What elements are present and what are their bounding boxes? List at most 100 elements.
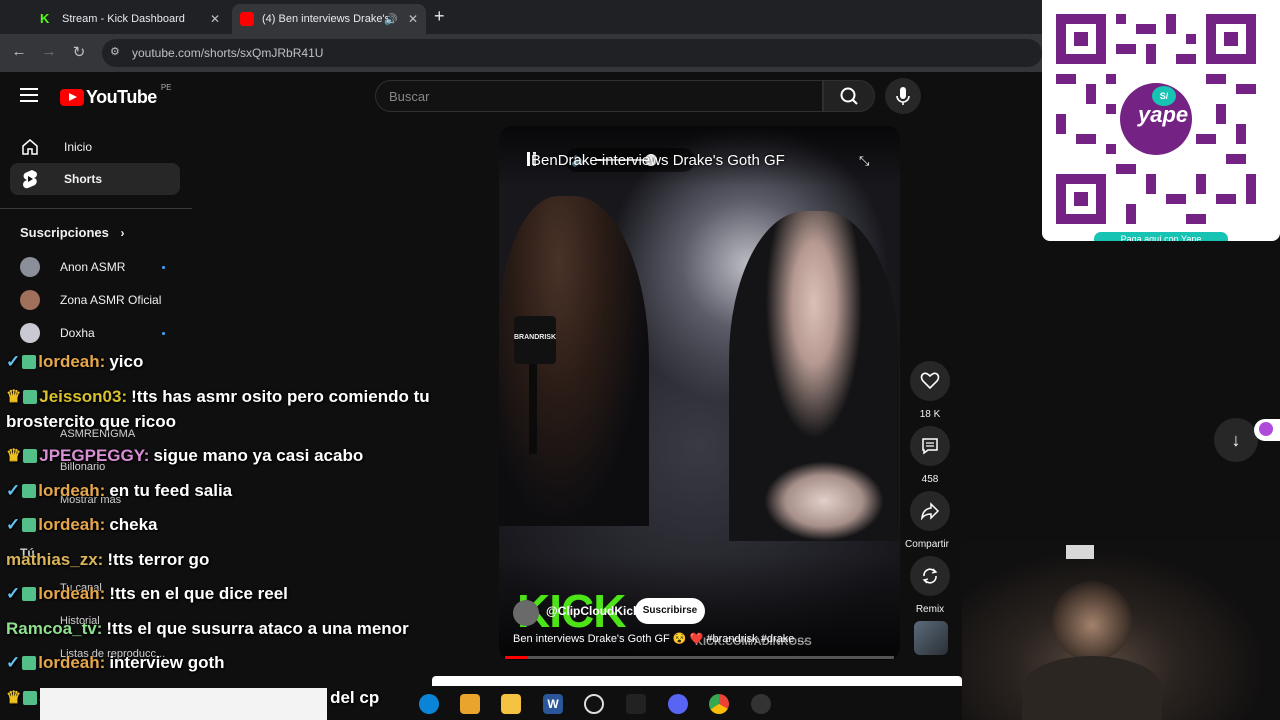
hamburger-menu-icon[interactable] xyxy=(20,88,38,106)
file-explorer-icon[interactable] xyxy=(501,694,521,714)
chat-message: mathias_zx: !tts terror go xyxy=(6,550,209,570)
region-code: PE xyxy=(160,83,172,92)
chat-username: lordeah: xyxy=(38,515,106,534)
sidebar-item-shorts[interactable]: Shorts xyxy=(10,163,180,195)
chat-text: !tts has asmr osito pero comiendo tu xyxy=(131,387,430,406)
microphone-handle xyxy=(529,364,537,454)
avatar xyxy=(20,257,40,277)
chat-text: !tts en el que dice reel xyxy=(109,584,288,603)
chat-message: ♛ Jeisson03: !tts has asmr osito pero comi… xyxy=(6,387,430,407)
new-tab-button[interactable]: + xyxy=(434,6,445,27)
ceiling-light xyxy=(1066,545,1094,559)
subscription-name: Anon ASMR xyxy=(60,260,126,274)
remix-button[interactable] xyxy=(910,556,950,596)
yape-qr-panel: S/ yape Paga aquí con Yape xyxy=(1042,0,1280,241)
channel-name[interactable]: @ClipCloudKick xyxy=(546,604,640,618)
subscriber-badge-icon xyxy=(22,518,37,532)
home-icon xyxy=(20,137,40,157)
sidebar-item-label: Shorts xyxy=(64,172,103,186)
url-text: youtube.com/shorts/sxQmJRbR41U xyxy=(132,46,324,60)
edge-icon[interactable] xyxy=(419,694,439,714)
fullscreen-icon[interactable]: ⤡ xyxy=(859,153,869,169)
store-icon[interactable] xyxy=(460,694,480,714)
brain-icon xyxy=(1259,422,1273,436)
streamer-body xyxy=(1022,656,1162,720)
chrome-icon[interactable] xyxy=(709,694,729,714)
discord-icon[interactable] xyxy=(668,694,688,714)
chat-text: yico xyxy=(109,352,144,371)
streamer-face xyxy=(1052,581,1132,661)
share-action[interactable]: Compartir xyxy=(905,491,950,550)
tab-kick-dashboard[interactable]: K Stream - Kick Dashboard ✕ xyxy=(32,4,228,34)
reload-icon[interactable]: ↻ xyxy=(69,43,89,61)
site-info-icon[interactable]: ⚙ xyxy=(110,45,120,58)
mail-icon[interactable] xyxy=(626,694,646,714)
subscriptions-heading[interactable]: Suscripciones › xyxy=(20,225,125,240)
xbox-icon[interactable] xyxy=(584,694,604,714)
share-icon xyxy=(921,502,940,520)
back-arrow-icon[interactable]: ← xyxy=(9,43,29,60)
obs-icon[interactable] xyxy=(751,694,771,714)
chat-message: brostercito que ricoo xyxy=(6,412,176,432)
channel-avatar[interactable] xyxy=(513,600,539,626)
share-button[interactable] xyxy=(910,491,950,531)
search-button[interactable] xyxy=(823,80,875,112)
comment-count: 458 xyxy=(921,474,939,485)
tab-title: Stream - Kick Dashboard xyxy=(62,13,185,25)
chat-message: ♛ JPEGPEGGY: sigue mano ya casi acabo xyxy=(6,446,363,466)
word-icon[interactable]: W xyxy=(543,694,563,714)
chat-message: ✓ lordeah: !tts en el que dice reel xyxy=(6,584,288,604)
next-video-arrow-icon[interactable]: ↓ xyxy=(1214,418,1258,462)
close-icon[interactable]: ✕ xyxy=(408,12,418,26)
crown-badge-icon: ♛ xyxy=(6,688,22,707)
yape-footer: Paga aquí con Yape xyxy=(1094,232,1228,241)
audio-thumbnail[interactable] xyxy=(914,621,948,655)
search-input[interactable]: Buscar xyxy=(375,80,823,112)
chat-username: lordeah: xyxy=(38,653,106,672)
chat-username: mathias_zx: xyxy=(6,550,104,569)
divider xyxy=(0,208,192,209)
voice-search-button[interactable] xyxy=(885,78,921,114)
chat-text: cheka xyxy=(109,515,158,534)
subscription-zona-asmr[interactable]: Zona ASMR Oficial xyxy=(20,290,161,310)
taskbar-search-box[interactable] xyxy=(40,688,327,720)
chat-message: ✓ lordeah: yico xyxy=(6,352,143,372)
crown-badge-icon: ♛ xyxy=(6,446,22,465)
chat-username: Jeisson03: xyxy=(39,387,128,406)
chat-message: ✓ lordeah: en tu feed salia xyxy=(6,481,232,501)
progress-bar-fill xyxy=(505,656,529,659)
shorts-video-player[interactable]: BRANDRISK 🔈 BenDrake interviews Drake's … xyxy=(499,126,900,660)
like-button[interactable] xyxy=(910,361,950,401)
sidebar-item-label: Inicio xyxy=(64,140,93,154)
forward-arrow-icon[interactable]: → xyxy=(39,43,59,60)
tab-youtube-short[interactable]: (4) Ben interviews Drake's G 🔊 ✕ xyxy=(232,4,426,34)
chat-text: interview goth xyxy=(109,653,225,672)
like-action[interactable]: 18 K xyxy=(910,361,950,420)
tab-title: (4) Ben interviews Drake's G xyxy=(262,13,390,25)
yape-logo: yape xyxy=(1138,102,1189,127)
video-title-overlay: BenDrake interviews Drake's Goth GF xyxy=(531,152,785,169)
progress-bar[interactable] xyxy=(505,656,894,659)
subscriber-badge-icon xyxy=(22,656,37,670)
video-caption[interactable]: Ben interviews Drake's Goth GF 😵 ❤️ #bra… xyxy=(513,632,807,645)
subscription-doxha[interactable]: Doxha xyxy=(20,323,95,343)
speaker-icon[interactable]: 🔊 xyxy=(384,13,398,26)
shorts-icon xyxy=(20,169,40,189)
share-label: Compartir xyxy=(905,539,949,550)
extension-badge[interactable] xyxy=(1254,419,1280,441)
remix-action[interactable]: Remix xyxy=(910,556,950,615)
chat-message: ✓ lordeah: cheka xyxy=(6,515,158,535)
address-bar[interactable]: ⚙ youtube.com/shorts/sxQmJRbR41U xyxy=(102,39,1042,67)
youtube-logo[interactable]: YouTube PE xyxy=(60,83,172,108)
subscriber-badge-icon xyxy=(23,691,38,705)
chat-username: lordeah: xyxy=(38,481,106,500)
close-icon[interactable]: ✕ xyxy=(210,12,220,26)
subscription-anon-asmr[interactable]: Anon ASMR xyxy=(20,257,125,277)
subscribe-button[interactable]: Suscribirse xyxy=(635,598,705,624)
comment-button[interactable] xyxy=(910,426,950,466)
remix-icon xyxy=(922,568,938,584)
comment-action[interactable]: 458 xyxy=(910,426,950,485)
avatar xyxy=(20,323,40,343)
sword-badge-icon: ✓ xyxy=(6,515,21,534)
sidebar-item-inicio[interactable]: Inicio xyxy=(10,131,180,163)
